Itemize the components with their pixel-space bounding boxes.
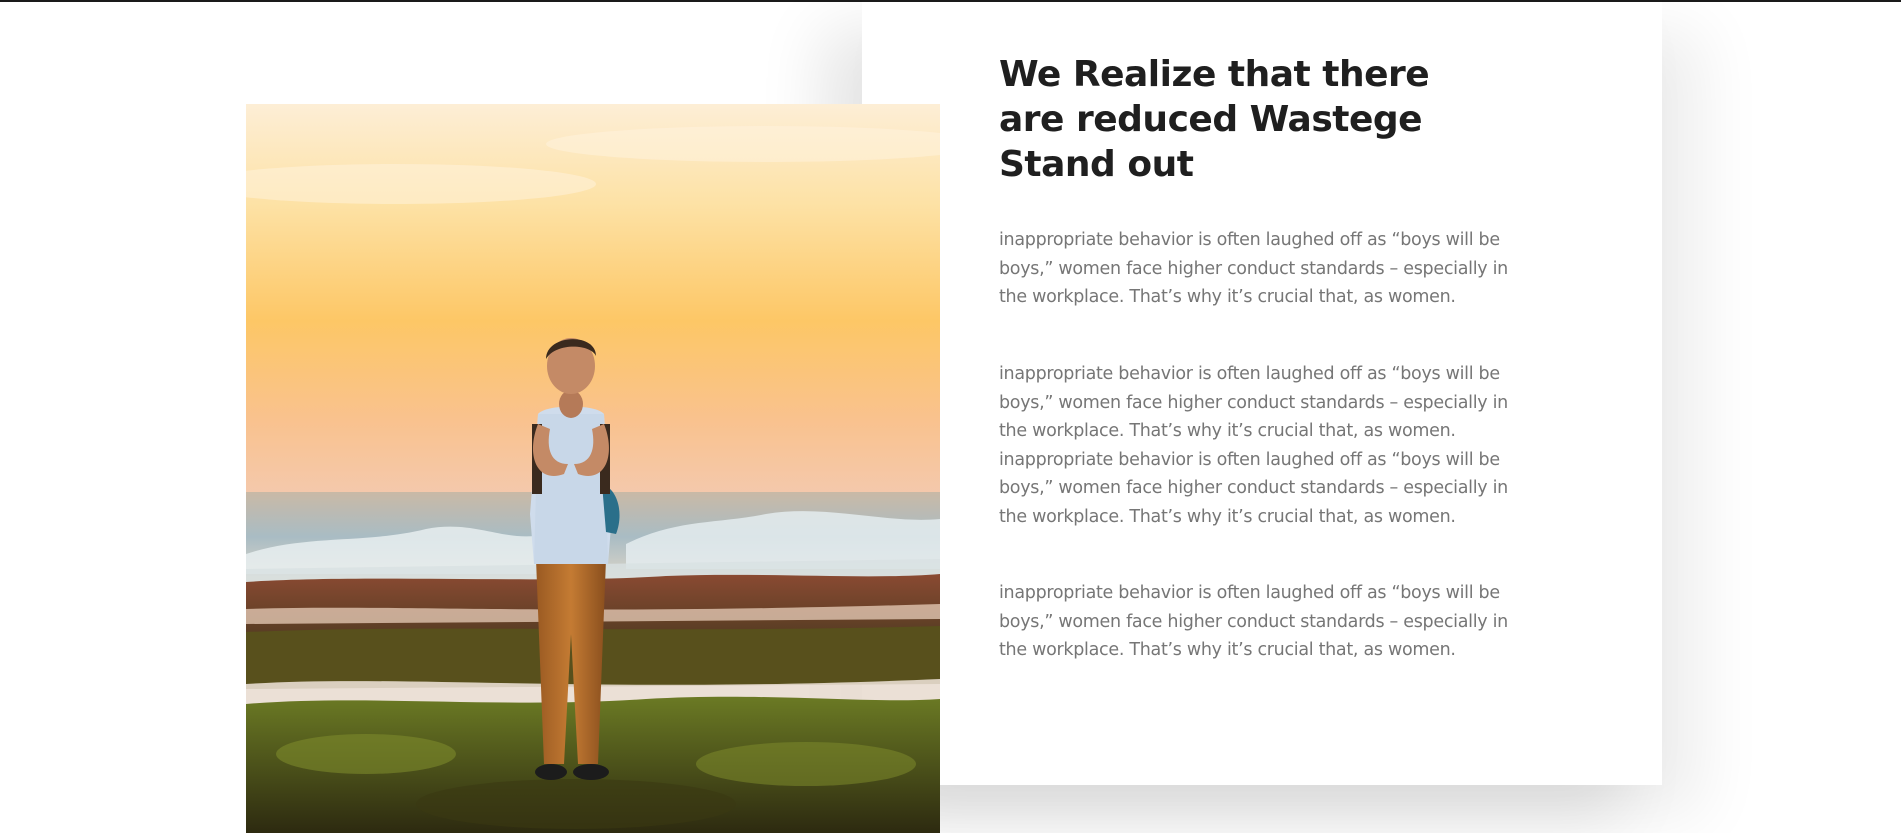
paragraph-1: inappropriate behavior is often laughed … [999,230,1508,307]
beach-sunset-photo-icon [246,104,940,833]
paragraph-3: inappropriate behavior is often laughed … [999,583,1508,660]
section-heading: We Realize that there are reduced Wasteg… [999,54,1430,185]
feature-photo [246,104,940,833]
paragraph-2: inappropriate behavior is often laughed … [999,364,1508,527]
text-content: We Realize that there are reduced Wasteg… [999,52,1539,660]
